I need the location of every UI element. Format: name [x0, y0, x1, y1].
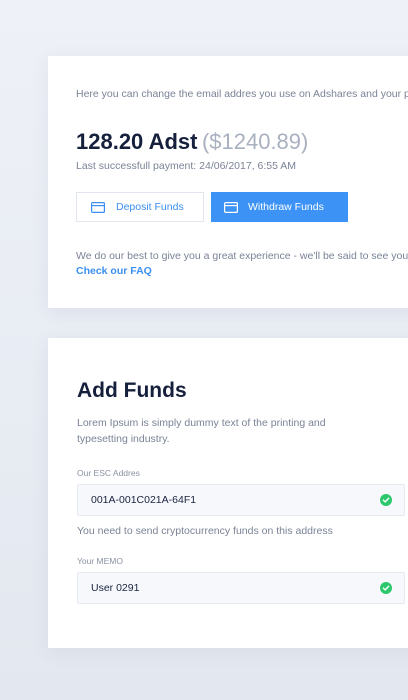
add-funds-card: Add Funds Lorem Ipsum is simply dummy te… — [48, 338, 408, 648]
card-icon — [91, 201, 105, 213]
add-funds-description: Lorem Ipsum is simply dummy text of the … — [77, 417, 326, 445]
card-icon — [224, 201, 238, 213]
memo-field[interactable]: User 0291 — [77, 572, 405, 604]
faq-link[interactable]: Check our FAQ — [76, 265, 152, 277]
deposit-funds-label: Deposit Funds — [116, 201, 184, 213]
experience-info-text: We do our best to give you a great exper… — [76, 250, 408, 262]
esc-address-label: Our ESC Addres — [77, 468, 140, 478]
balance-card: Here you can change the email addres you… — [48, 56, 408, 308]
balance-display: 128.20 Adst ($1240.89) — [76, 129, 308, 158]
memo-value: User 0291 — [91, 582, 140, 594]
memo-label: Your MEMO — [77, 556, 123, 566]
check-circle-icon — [380, 582, 392, 594]
last-payment-text: Last successfull payment: 24/06/2017, 6:… — [76, 160, 297, 172]
balance-usd: ($1240.89) — [201, 129, 309, 154]
withdraw-funds-label: Withdraw Funds — [248, 201, 324, 213]
add-funds-title: Add Funds — [77, 379, 187, 402]
deposit-funds-button[interactable]: Deposit Funds — [76, 192, 204, 222]
esc-address-hint: You need to send cryptocurrency funds on… — [77, 525, 333, 537]
withdraw-funds-button[interactable]: Withdraw Funds — [211, 192, 348, 222]
esc-address-field[interactable]: 001A-001C021A-64F1 — [77, 484, 405, 516]
balance-amount: 128.20 Adst — [76, 129, 198, 154]
email-intro-text: Here you can change the email addres you… — [76, 88, 408, 100]
check-circle-icon — [380, 494, 392, 506]
esc-address-value: 001A-001C021A-64F1 — [91, 494, 197, 506]
